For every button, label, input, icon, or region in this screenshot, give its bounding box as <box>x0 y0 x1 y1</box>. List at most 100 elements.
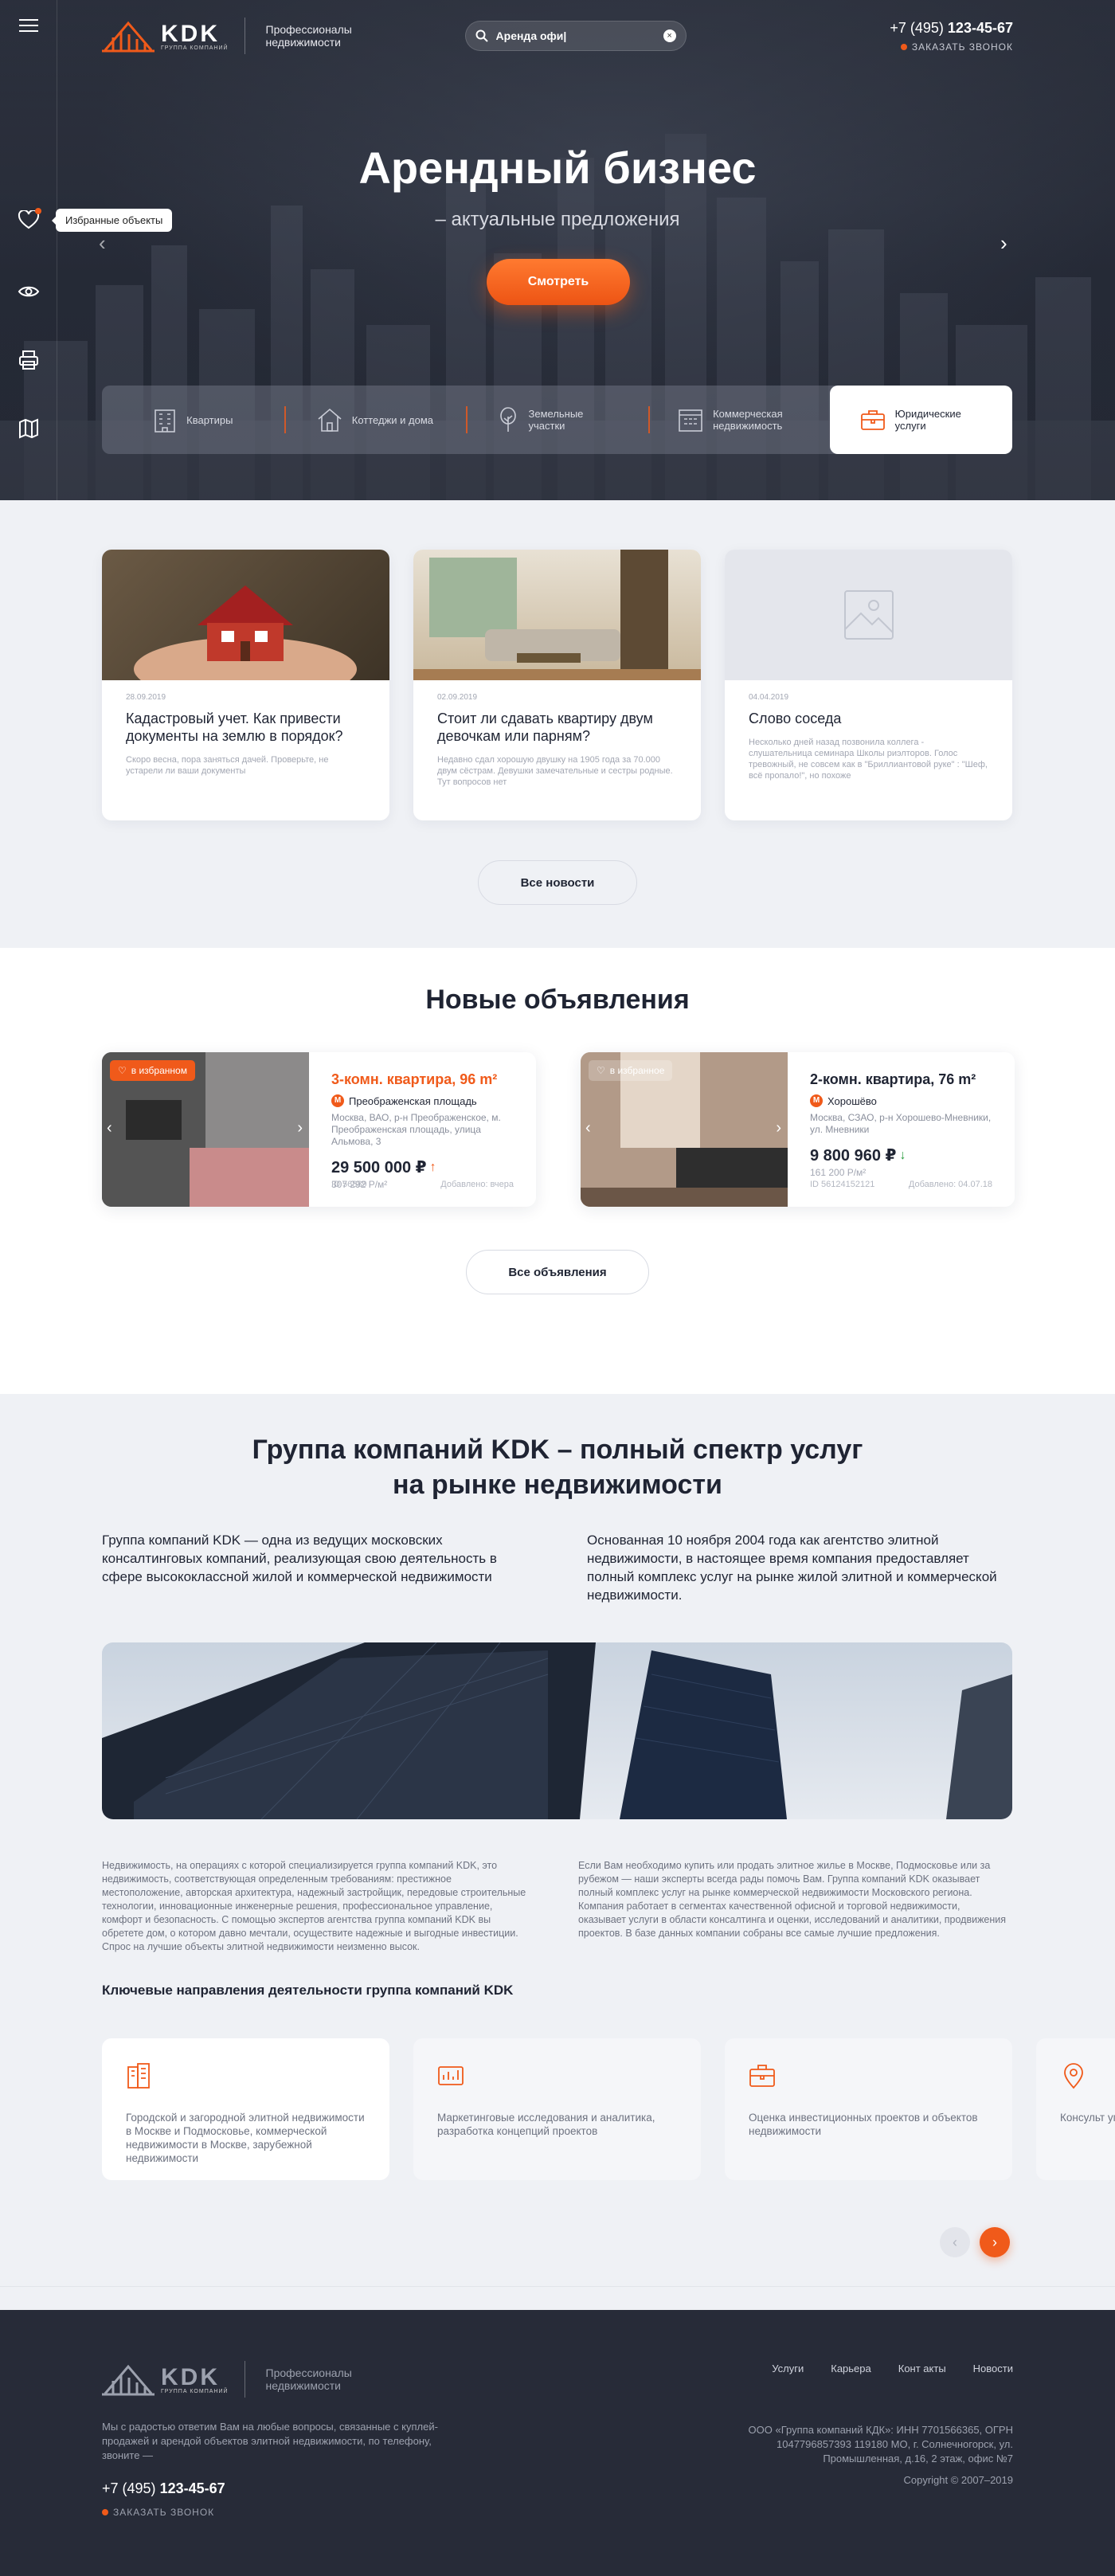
footer-link-services[interactable]: Услуги <box>772 2363 804 2374</box>
hero-view-button[interactable]: Смотреть <box>487 259 630 305</box>
listing-photo: ♡ в избранном ‹ › <box>102 1052 309 1207</box>
metro-station: M Хорошёво <box>810 1094 992 1107</box>
top-bar: KDK ГРУППА КОМПАНИЙ Профессионалы недвиж… <box>102 16 1013 56</box>
footer-logo-text: KDK <box>161 2364 220 2390</box>
news-image-house <box>102 550 389 680</box>
building-icon <box>155 409 175 433</box>
menu-icon[interactable] <box>18 14 40 37</box>
news-section: 28.09.2019 Кадастровый учет. Как привест… <box>0 500 1115 948</box>
tab-cottages[interactable]: Коттеджи и дома <box>284 386 467 454</box>
briefcase-icon <box>749 2065 775 2087</box>
footer-callback-link[interactable]: ЗАКАЗАТЬ ЗВОНОК <box>102 2507 1013 2518</box>
contact-block: +7 (495) 123-45-67 ЗАКАЗАТЬ ЗВОНОК <box>890 20 1013 53</box>
photo-prev-icon[interactable]: ‹ <box>585 1119 591 1137</box>
tab-legal[interactable]: Юридические услуги <box>830 386 1012 454</box>
house-in-hands-image <box>134 585 357 680</box>
about-body-right: Если Вам необходимо купить или продать э… <box>578 1860 1007 1939</box>
listing-address: Москва, СЗАО, р-н Хорошево-Мневники, ул.… <box>810 1112 992 1135</box>
news-excerpt: Несколько дней назад позвонила коллега -… <box>749 738 988 781</box>
favorite-toggle[interactable]: ♡ в избранное <box>589 1060 673 1081</box>
tagline: Профессионалы недвижимости <box>265 23 352 49</box>
listing-added: Добавлено: вчера <box>440 1180 514 1189</box>
footer-logo[interactable]: KDK ГРУППА КОМПАНИЙ <box>102 2362 229 2397</box>
tree-icon <box>500 407 517 432</box>
footer-nav: Услуги Карьера Конт акты Новости <box>772 2363 1013 2374</box>
tab-apartments[interactable]: Квартиры <box>102 386 284 454</box>
news-title: Стоит ли сдавать квартиру двум девочкам … <box>437 711 653 744</box>
listing-title: 2-комн. квартира, 76 m² <box>810 1071 976 1087</box>
metro-icon: M <box>810 1094 823 1107</box>
news-excerpt: Недавно сдал хорошую двушку на 1905 года… <box>437 755 673 787</box>
logo-mark-icon <box>102 2364 155 2396</box>
footer-phone[interactable]: +7 (495) 123-45-67 <box>102 2480 1013 2497</box>
photo-next-icon[interactable]: › <box>297 1119 303 1137</box>
logo-subtitle: ГРУППА КОМПАНИЙ <box>161 45 229 51</box>
hero-next-arrow-icon[interactable]: › <box>1000 231 1007 256</box>
logo-text: KDK <box>161 21 220 47</box>
logo[interactable]: KDK ГРУППА КОМПАНИЙ <box>102 18 229 53</box>
footer-legal: ООО «Группа компаний КДК»: ИНН 770156636… <box>748 2424 1013 2464</box>
metro-station: M Преображенская площадь <box>331 1094 514 1107</box>
listing-photo: ♡ в избранное ‹ › <box>581 1052 788 1207</box>
footer-text: Мы с радостью ответим Вам на любые вопро… <box>102 2421 438 2461</box>
news-card[interactable]: 04.04.2019 Слово соседа Несколько дней н… <box>725 550 1012 820</box>
direction-card[interactable]: Оценка инвестиционных проектов и объекто… <box>725 2038 1012 2180</box>
carousel-next-button[interactable]: › <box>980 2227 1010 2257</box>
briefcase-icon <box>860 410 885 430</box>
hero-title: Арендный бизнес <box>358 143 757 193</box>
all-listings-button[interactable]: Все объявления <box>466 1250 649 1294</box>
footer-link-news[interactable]: Новости <box>973 2363 1013 2374</box>
key-directions-title: Ключевые направления деятельности группа… <box>102 1983 514 1998</box>
clear-search-icon[interactable]: × <box>663 29 676 42</box>
listing-id: ID 56889 <box>331 1180 367 1189</box>
photo-next-icon[interactable]: › <box>776 1119 781 1137</box>
news-image-interior <box>413 550 701 680</box>
carousel-prev-button[interactable]: ‹ <box>940 2227 970 2257</box>
footer-copyright: Copyright © 2007–2019 <box>903 2474 1013 2486</box>
listing-added: Добавлено: 04.07.18 <box>908 1180 992 1189</box>
hero-banner: Избранные объекты KDK ГРУППА КОМПАНИЙ Пр… <box>0 0 1115 500</box>
search-icon[interactable] <box>475 29 488 42</box>
building-icon <box>127 2063 150 2089</box>
header-phone[interactable]: +7 (495) 123-45-67 <box>890 20 1013 37</box>
tab-land[interactable]: Земельные участки <box>466 386 648 454</box>
search-input[interactable] <box>495 29 655 42</box>
eye-icon[interactable] <box>18 280 40 303</box>
favorite-toggle[interactable]: ♡ в избранном <box>110 1060 195 1081</box>
living-room-image <box>413 550 701 680</box>
direction-card[interactable]: Консульт управлен <box>1036 2038 1115 2180</box>
news-date: 02.09.2019 <box>437 693 478 702</box>
footer-logo-subtitle: ГРУППА КОМПАНИЙ <box>161 2389 229 2394</box>
direction-text: Маркетинговые исследования и аналитика, … <box>437 2112 655 2137</box>
about-body-left: Недвижимость, на операциях с которой спе… <box>102 1860 526 1952</box>
listing-price: 9 800 960 ₽ ↓ <box>810 1147 906 1165</box>
listing-id: ID 56124152121 <box>810 1180 875 1189</box>
search-bar: × <box>464 21 687 51</box>
listing-address: Москва, ВАО, р-н Преображенское, м. Прео… <box>331 1112 501 1147</box>
print-icon[interactable] <box>18 349 40 371</box>
heart-icon: ♡ <box>118 1065 127 1076</box>
skyscrapers-image <box>102 1642 1012 1819</box>
about-section: Группа компаний KDK – полный спектр услу… <box>0 1394 1115 2310</box>
tab-commercial[interactable]: Коммерческая недвижимость <box>647 386 831 454</box>
callback-link[interactable]: ЗАКАЗАТЬ ЗВОНОК <box>890 41 1013 53</box>
all-news-button[interactable]: Все новости <box>478 860 637 905</box>
photo-prev-icon[interactable]: ‹ <box>107 1119 112 1137</box>
direction-card[interactable]: Маркетинговые исследования и аналитика, … <box>413 2038 701 2180</box>
footer: KDK ГРУППА КОМПАНИЙ Профессионалы недвиж… <box>0 2310 1115 2576</box>
direction-card[interactable]: Городской и загородной элитной недвижимо… <box>102 2038 389 2180</box>
footer-link-contacts[interactable]: Конт акты <box>898 2363 946 2374</box>
price-up-arrow-icon: ↑ <box>429 1160 436 1174</box>
footer-link-career[interactable]: Карьера <box>831 2363 871 2374</box>
about-lead-left: Группа компаний KDK — одна из ведущих мо… <box>102 1533 497 1584</box>
hero-prev-arrow-icon[interactable]: ‹ <box>99 231 106 256</box>
image-placeholder-icon <box>843 590 894 640</box>
listing-card[interactable]: ♡ в избранном ‹ › 3-комн. квартира, 96 m²… <box>102 1052 536 1207</box>
news-date: 04.04.2019 <box>749 693 789 702</box>
carousel-nav: ‹ › <box>940 2227 1010 2257</box>
listing-card[interactable]: ♡ в избранное ‹ › 2-комн. квартира, 76 m²… <box>581 1052 1015 1207</box>
map-icon[interactable] <box>18 417 40 440</box>
news-card[interactable]: 02.09.2019 Стоит ли сдавать квартиру дву… <box>413 550 701 820</box>
favorites-tooltip: Избранные объекты <box>51 209 173 232</box>
news-card[interactable]: 28.09.2019 Кадастровый учет. Как привест… <box>102 550 389 820</box>
